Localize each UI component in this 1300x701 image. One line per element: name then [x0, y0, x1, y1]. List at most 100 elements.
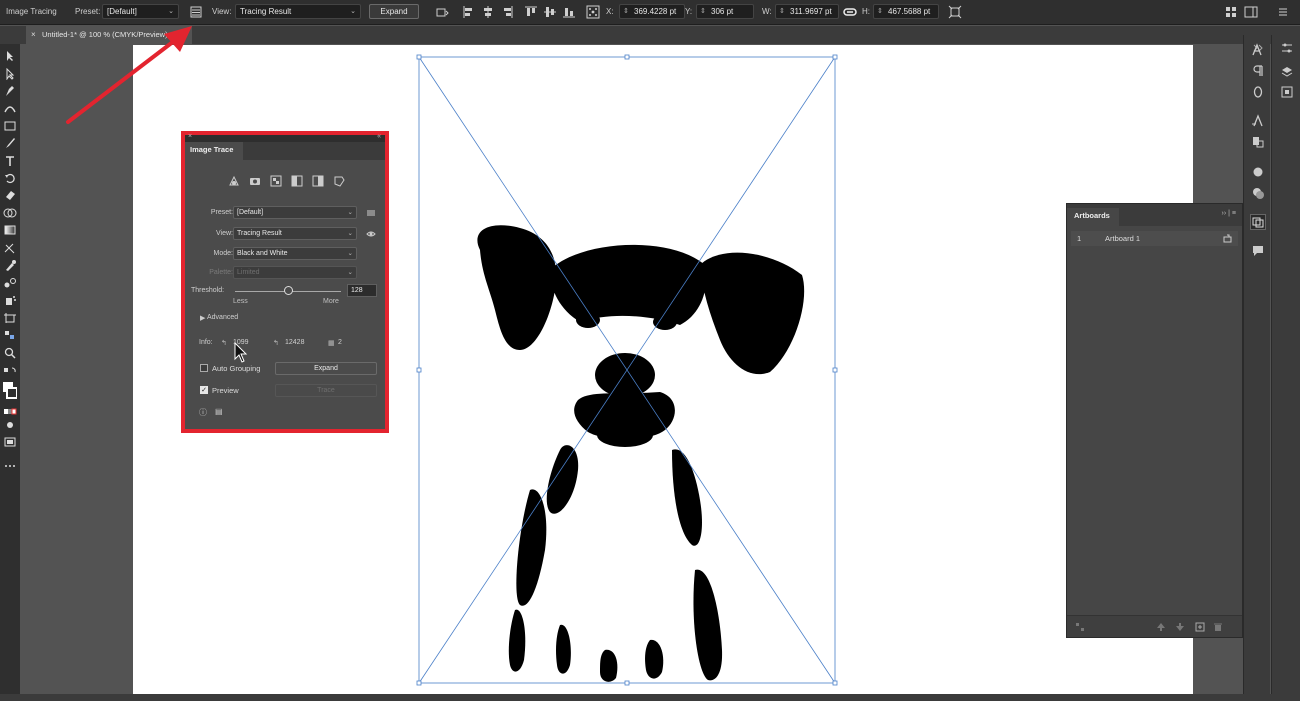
constrain-link-icon[interactable] — [843, 5, 857, 19]
menu-icon[interactable] — [1276, 5, 1290, 19]
more-tools-icon[interactable] — [3, 460, 17, 472]
eraser-tool-icon[interactable] — [3, 189, 17, 201]
h-field[interactable]: ⇕ 467.5688 pt — [873, 4, 939, 19]
less-label: Less — [233, 298, 248, 305]
view-dropdown[interactable]: Tracing Result ⌄ — [233, 227, 357, 240]
stepper-icon[interactable]: ⇕ — [623, 5, 629, 18]
transform-again-icon[interactable] — [948, 5, 962, 19]
preset-dropdown[interactable]: [Default] ⌄ — [102, 4, 179, 19]
align-middle-icon[interactable] — [543, 5, 557, 19]
panel-menu-icon[interactable]: ›› | ≡ — [1222, 210, 1236, 217]
align-center-icon[interactable] — [481, 5, 495, 19]
panel-titlebar[interactable]: Artboards ›› | ≡ — [1067, 204, 1242, 226]
direct-selection-tool-icon[interactable] — [3, 68, 17, 80]
move-up-icon[interactable] — [1156, 622, 1166, 632]
auto-grouping-checkbox[interactable] — [200, 364, 208, 372]
rectangle-tool-icon[interactable] — [3, 120, 17, 132]
reference-point-icon[interactable] — [586, 5, 600, 19]
low-color-icon[interactable] — [270, 175, 282, 187]
transform-icon[interactable] — [435, 5, 449, 19]
eye-icon[interactable] — [366, 229, 376, 239]
stepper-icon[interactable]: ⇕ — [700, 5, 706, 18]
outline-icon[interactable] — [333, 175, 345, 187]
paintbrush-tool-icon[interactable] — [3, 137, 17, 149]
artboard-row[interactable]: 1 Artboard 1 — [1071, 231, 1238, 246]
selection-tool-icon[interactable] — [3, 50, 17, 62]
stepper-icon[interactable]: ⇕ — [779, 5, 785, 18]
comment-icon[interactable]: ▤ — [215, 407, 223, 416]
info-icon[interactable]: ⓘ — [199, 407, 207, 418]
preset-menu-icon[interactable] — [366, 208, 376, 218]
image-trace-panel-icon[interactable] — [189, 5, 203, 19]
artboards-panel: Artboards ›› | ≡ 1 Artboard 1 — [1066, 203, 1243, 638]
close-icon[interactable]: × — [188, 133, 192, 140]
preview-checkbox[interactable]: ✓ — [200, 386, 208, 394]
threshold-row: Threshold: 128 — [185, 284, 385, 298]
traced-image[interactable] — [410, 50, 845, 690]
mesh-tool-icon[interactable] — [3, 242, 17, 254]
delete-artboard-icon[interactable] — [1213, 622, 1223, 632]
artboard-tool-icon[interactable] — [3, 312, 17, 324]
new-artboard-icon[interactable] — [1195, 622, 1205, 632]
gradient-tool-icon[interactable] — [3, 224, 17, 236]
rearrange-artboards-icon[interactable] — [1075, 622, 1085, 632]
view-dropdown[interactable]: Tracing Result ⌄ — [235, 4, 361, 19]
appearance-icon[interactable] — [1251, 165, 1265, 179]
character-styles-icon[interactable] — [1251, 114, 1265, 128]
align-bottom-icon[interactable] — [562, 5, 576, 19]
expand-button[interactable]: Expand — [369, 4, 419, 19]
mode-dropdown[interactable]: Black and White ⌄ — [233, 247, 357, 260]
w-field[interactable]: ⇕ 311.9697 pt — [775, 4, 839, 19]
align-right-icon[interactable] — [500, 5, 514, 19]
layers-icon[interactable] — [1280, 65, 1294, 79]
opentype-icon[interactable] — [1251, 85, 1265, 99]
artboards-panel-icon[interactable] — [1250, 214, 1266, 230]
preset-dropdown[interactable]: [Default] ⌄ — [233, 206, 357, 219]
screen-mode-icon[interactable] — [3, 436, 17, 448]
libraries-icon[interactable] — [1280, 85, 1294, 99]
threshold-slider-knob[interactable] — [283, 286, 293, 295]
paragraph-icon[interactable] — [1251, 64, 1265, 78]
expand-button[interactable]: Expand — [275, 362, 377, 375]
close-icon[interactable]: × — [31, 26, 36, 44]
panel-titlebar[interactable]: × « — [185, 133, 385, 142]
tab-artboards[interactable]: Artboards — [1067, 208, 1119, 226]
align-top-icon[interactable] — [524, 5, 538, 19]
draw-mode-icon[interactable] — [3, 419, 17, 431]
move-down-icon[interactable] — [1175, 622, 1185, 632]
align-left-icon[interactable] — [462, 5, 476, 19]
high-color-icon[interactable] — [249, 175, 261, 187]
curvature-tool-icon[interactable] — [3, 102, 17, 114]
pen-tool-icon[interactable] — [3, 85, 17, 97]
graphic-styles-icon[interactable] — [1251, 186, 1265, 200]
workspace-icon[interactable] — [1244, 5, 1258, 19]
properties-icon[interactable] — [1280, 41, 1294, 55]
zoom-tool-icon[interactable] — [3, 347, 17, 359]
x-field[interactable]: ⇕ 369.4228 pt — [619, 4, 685, 19]
character-icon[interactable] — [1251, 43, 1265, 57]
chevron-down-icon: ⌄ — [347, 209, 353, 216]
tab-image-trace[interactable]: Image Trace — [185, 142, 243, 160]
threshold-value-field[interactable]: 128 — [347, 284, 377, 297]
advanced-toggle[interactable]: ▶ Advanced — [200, 314, 238, 322]
stepper-icon[interactable]: ⇕ — [877, 5, 883, 18]
fill-stroke-swatch-icon[interactable] — [3, 380, 17, 402]
swap-fill-stroke-icon[interactable] — [3, 366, 17, 378]
rotate-tool-icon[interactable] — [3, 172, 17, 184]
grayscale-icon[interactable] — [291, 175, 303, 187]
symbol-sprayer-tool-icon[interactable] — [3, 294, 17, 306]
eyedropper-tool-icon[interactable] — [3, 259, 17, 271]
type-tool-icon[interactable] — [3, 155, 17, 167]
comments-icon[interactable] — [1251, 244, 1265, 258]
shape-builder-tool-icon[interactable] — [3, 207, 17, 219]
auto-color-icon[interactable] — [228, 175, 240, 187]
arrange-documents-icon[interactable] — [1224, 5, 1238, 19]
blend-tool-icon[interactable] — [3, 277, 17, 289]
hand-tool-icon[interactable] — [3, 329, 17, 341]
y-field[interactable]: ⇕ 306 pt — [696, 4, 754, 19]
paragraph-styles-icon[interactable] — [1251, 135, 1265, 149]
artboard-options-icon[interactable] — [1223, 234, 1232, 243]
collapse-icon[interactable]: « — [377, 133, 381, 140]
color-mode-icon[interactable] — [3, 406, 17, 418]
black-and-white-icon[interactable] — [312, 175, 324, 187]
